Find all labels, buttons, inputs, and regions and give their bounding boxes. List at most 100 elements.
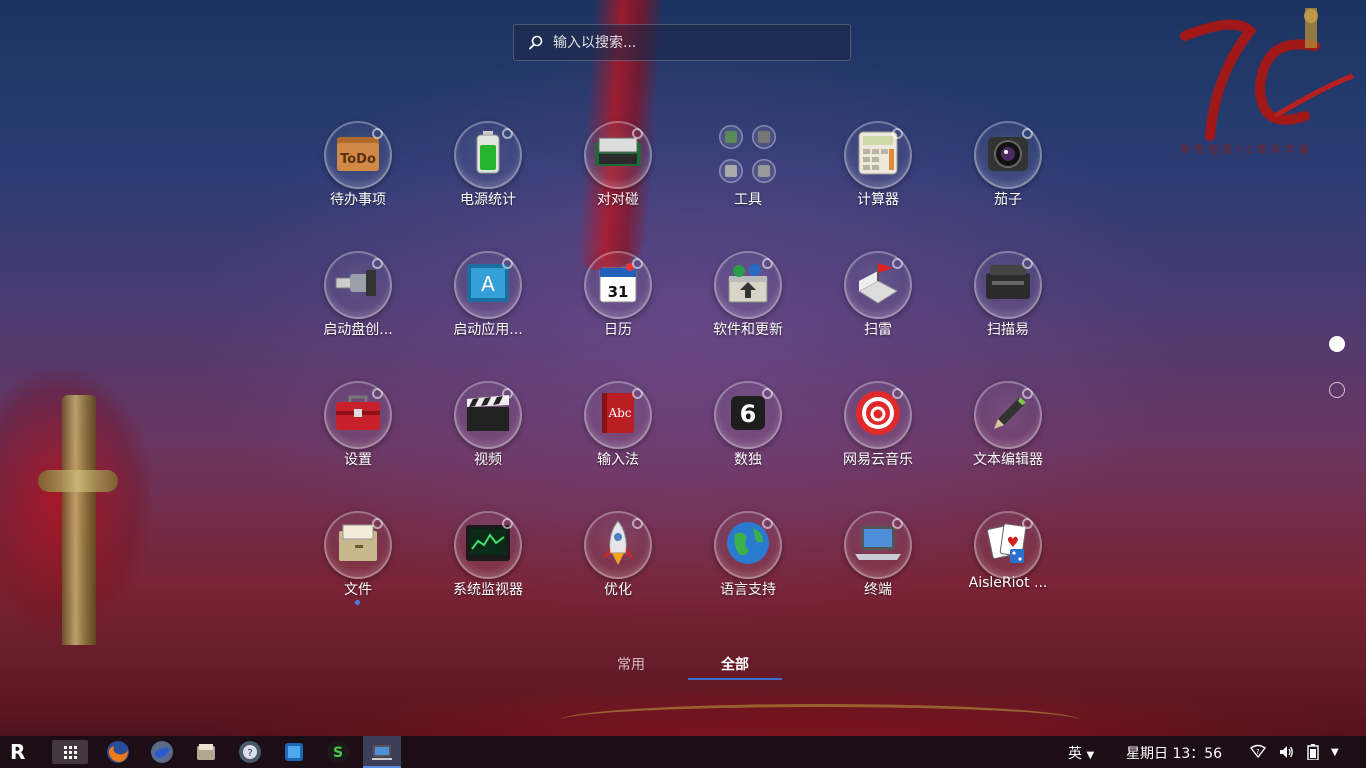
app-tile[interactable]: 视频 [423,381,553,481]
pen-icon [986,391,1030,439]
app-label: 终端 [864,582,892,598]
page-indicator-2[interactable] [1329,382,1345,398]
app-icon-bubble [584,511,652,579]
input-method-indicator[interactable]: 英 ▼ [1068,743,1094,763]
app-tile[interactable]: 软件和更新 [683,251,813,351]
app-tile[interactable]: 扫描易 [943,251,1073,351]
app-tile[interactable]: 启动盘创... [293,251,423,351]
search-input[interactable] [551,33,835,52]
menu-arrow-icon[interactable]: ▼ [1331,747,1339,758]
app-icon-bubble [324,251,392,319]
help-icon[interactable]: ? [238,740,262,764]
clapperboard-icon [465,393,511,437]
gold-line-decoration [560,704,1080,737]
tool-mini-icon [752,159,776,183]
app-label: 待办事项 [330,192,386,208]
svg-text:6: 6 [740,400,757,428]
app-tile[interactable]: 设置 [293,381,423,481]
clock[interactable]: 星期日 13：56 [1126,743,1222,763]
app-label: 茄子 [994,192,1022,208]
app-tile[interactable]: Abc 输入法 [553,381,683,481]
app-tile[interactable]: 计算器 [813,121,943,221]
app-tile[interactable]: 31 日历 [553,251,683,351]
app-label: 数独 [734,452,762,468]
app-label: 启动盘创... [323,322,393,338]
app-icon-bubble [454,381,522,449]
tab-frequent[interactable]: 常用 [584,654,678,678]
app-icon-bubble: 31 [584,251,652,319]
app-icon-bubble [974,381,1042,449]
software-update-icon [725,262,771,308]
thunderbird-icon[interactable] [150,740,174,764]
tools-folder-icon [714,121,782,189]
app-tile[interactable]: 文本编辑器 [943,381,1073,481]
app-icon-bubble [454,121,522,189]
svg-text:S: S [333,745,343,761]
page-indicator-1[interactable] [1329,336,1345,352]
app-label: 扫描易 [987,322,1029,338]
toolbox-icon [334,394,382,436]
app-tile[interactable]: 工具 [683,121,813,221]
app-icon-bubble [974,251,1042,319]
app-tile[interactable]: 6 数独 [683,381,813,481]
search-icon [529,35,543,49]
system-monitor-icon [464,523,512,567]
app-icon-bubble: 6 [714,381,782,449]
app-tile[interactable]: 电源统计 [423,121,553,221]
tool-mini-icon [719,125,743,149]
globe-icon [725,520,771,570]
tool-mini-icon [752,125,776,149]
app-tile[interactable]: A 启动应用... [423,251,553,351]
playing-cards-icon: ♥ [986,521,1030,569]
network-icon[interactable]: ? [1250,744,1266,760]
volume-icon[interactable] [1278,744,1294,760]
firefox-icon[interactable] [106,740,130,764]
wps-icon[interactable]: S [326,740,350,764]
app-tile[interactable]: 扫雷 [813,251,943,351]
running-indicator [355,600,360,605]
app-tile[interactable]: ♥ AisleRiot ... [943,511,1073,611]
app-tile[interactable]: 系统监视器 [423,511,553,611]
app-icon-bubble [714,511,782,579]
app-icon-bubble [324,381,392,449]
startup-apps-icon: A [465,262,511,308]
app-label: 设置 [344,452,372,468]
app-icon-bubble: Abc [584,381,652,449]
app-label: 启动应用... [453,322,523,338]
app-tile[interactable]: 茄子 [943,121,1073,221]
app-tile[interactable]: 对对碰 [553,121,683,221]
svg-text:♥: ♥ [1007,535,1020,551]
tab-all[interactable]: 全部 [688,654,782,680]
scanner-icon [984,263,1032,307]
files-icon[interactable] [194,740,218,764]
mahjong-tiles-icon [593,136,643,174]
app-launcher-button[interactable] [52,740,88,764]
app-icon-bubble [844,511,912,579]
app-label: 语言支持 [720,582,776,598]
app-icon-bubble: ♥ [974,511,1042,579]
app-tile[interactable]: 文件 [293,511,423,611]
launcher-active-icon[interactable] [370,740,394,764]
app-label: 日历 [604,322,632,338]
app-tile[interactable]: 终端 [813,511,943,611]
app-tile[interactable]: 网易云音乐 [813,381,943,481]
battery-tray-icon[interactable] [1307,744,1319,760]
app-tile[interactable]: 语言支持 [683,511,813,611]
file-cabinet-icon [335,523,381,567]
svg-text:?: ? [247,748,252,759]
app-label: 工具 [734,192,762,208]
app-tile[interactable]: 优化 [553,511,683,611]
usb-drive-icon [334,266,382,304]
app-label: 计算器 [857,192,899,208]
huabiao-pillar-decoration [62,395,96,645]
app-label: 电源统计 [460,192,516,208]
virtualbox-icon[interactable] [282,740,306,764]
app-label: 视频 [474,452,502,468]
huabiao-wing-decoration [38,470,118,492]
svg-text:ToDo: ToDo [340,152,376,167]
start-menu-button[interactable]: R [10,741,32,763]
search-bar[interactable] [513,24,851,61]
app-tile[interactable]: ToDo 待办事项 [293,121,423,221]
calendar-icon: 31 [598,262,638,308]
app-icon-bubble: A [454,251,522,319]
